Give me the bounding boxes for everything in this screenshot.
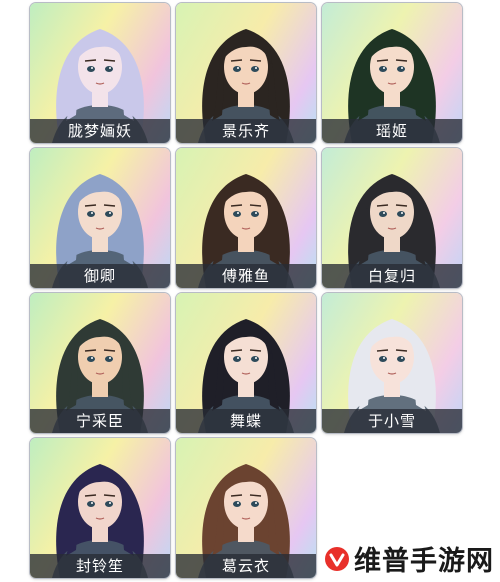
character-name-label: 封铃笙 [30,554,170,578]
character-card[interactable]: 胧梦婳妖 [30,3,170,143]
character-card[interactable]: 宁采臣 [30,293,170,433]
character-name-label: 胧梦婳妖 [30,119,170,143]
character-card[interactable]: 瑶姬 [322,3,462,143]
character-name-label: 白复归 [322,264,462,288]
character-name-label: 葛云衣 [176,554,316,578]
character-name-label: 宁采臣 [30,409,170,433]
character-name-label: 于小雪 [322,409,462,433]
character-card[interactable]: 于小雪 [322,293,462,433]
character-card[interactable]: 封铃笙 [30,438,170,578]
character-name-label: 御卿 [30,264,170,288]
watermark-text: 维普手游网 [354,546,494,577]
character-name-label: 舞蝶 [176,409,316,433]
character-card[interactable]: 傅雅鱼 [176,148,316,288]
character-name-label: 景乐齐 [176,119,316,143]
character-card[interactable]: 葛云衣 [176,438,316,578]
watermark-logo-icon [325,546,349,571]
character-card[interactable]: 御卿 [30,148,170,288]
character-gallery-page: 胧梦婳妖 景乐齐 瑶姬御卿 傅雅鱼 白复归宁采臣 舞蝶 于小雪封铃笙 葛云衣 维普手游网 [0,0,500,582]
character-card[interactable]: 白复归 [322,148,462,288]
character-name-label: 瑶姬 [322,119,462,143]
character-card[interactable]: 景乐齐 [176,3,316,143]
character-card[interactable]: 舞蝶 [176,293,316,433]
character-name-label: 傅雅鱼 [176,264,316,288]
site-watermark: 维普手游网 [324,539,494,578]
